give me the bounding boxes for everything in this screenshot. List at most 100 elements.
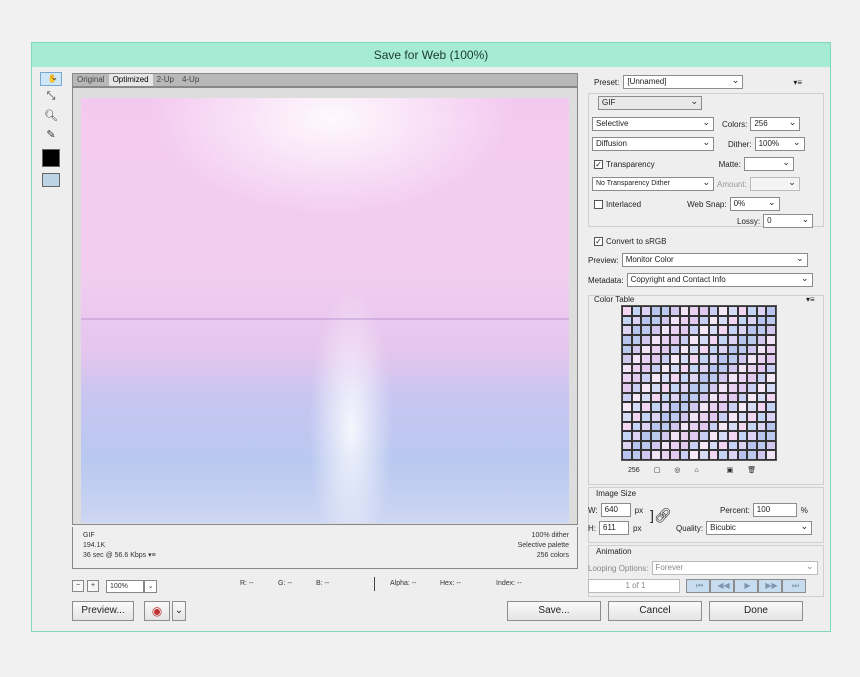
color-swatch[interactable] bbox=[727, 392, 738, 403]
color-swatch[interactable] bbox=[756, 402, 767, 412]
color-swatch[interactable] bbox=[699, 315, 709, 326]
color-swatch[interactable] bbox=[766, 411, 776, 422]
image-preview-area[interactable] bbox=[72, 87, 578, 525]
color-swatch[interactable] bbox=[708, 354, 719, 364]
color-swatch[interactable] bbox=[660, 363, 671, 374]
color-swatch[interactable] bbox=[679, 354, 690, 364]
color-swatch[interactable] bbox=[766, 334, 776, 345]
color-swatch[interactable] bbox=[708, 431, 719, 441]
color-swatch[interactable] bbox=[756, 421, 767, 432]
color-swatch[interactable] bbox=[737, 344, 748, 355]
color-swatch[interactable] bbox=[718, 383, 728, 393]
color-swatch[interactable] bbox=[622, 373, 632, 383]
color-swatch[interactable] bbox=[737, 334, 748, 345]
color-swatch[interactable] bbox=[622, 421, 632, 432]
color-swatch[interactable] bbox=[737, 315, 748, 326]
zoom-level-field[interactable]: 100% bbox=[106, 579, 144, 593]
format-select[interactable]: GIF bbox=[598, 95, 702, 110]
zoom-out-button[interactable]: − bbox=[72, 580, 84, 592]
hand-tool-icon[interactable]: ✋ bbox=[40, 71, 62, 86]
color-swatch[interactable] bbox=[660, 392, 671, 403]
color-swatch[interactable] bbox=[747, 306, 757, 316]
color-swatch[interactable] bbox=[756, 392, 767, 403]
color-swatch[interactable] bbox=[670, 411, 680, 422]
color-swatch[interactable] bbox=[727, 306, 738, 316]
color-swatch[interactable] bbox=[718, 354, 728, 364]
width-field[interactable]: 640 bbox=[600, 503, 631, 517]
color-swatch[interactable] bbox=[766, 315, 776, 326]
color-swatch[interactable] bbox=[718, 421, 728, 432]
height-field[interactable]: 611 bbox=[599, 521, 629, 535]
color-swatch[interactable] bbox=[766, 440, 776, 451]
color-swatch[interactable] bbox=[718, 334, 728, 345]
color-swatch[interactable] bbox=[766, 325, 776, 335]
color-swatch[interactable] bbox=[660, 411, 671, 422]
color-swatch[interactable] bbox=[631, 306, 642, 316]
matte-select[interactable] bbox=[743, 156, 794, 171]
color-swatch[interactable] bbox=[641, 440, 651, 451]
color-swatch[interactable] bbox=[708, 450, 719, 460]
color-swatch[interactable] bbox=[679, 431, 690, 441]
color-swatch[interactable] bbox=[727, 450, 738, 460]
color-swatch[interactable] bbox=[699, 334, 709, 345]
color-swatch[interactable] bbox=[622, 383, 632, 393]
color-swatch[interactable] bbox=[708, 325, 719, 335]
color-swatch[interactable] bbox=[747, 450, 757, 460]
color-swatch[interactable] bbox=[641, 325, 651, 335]
color-swatch[interactable] bbox=[660, 325, 671, 335]
color-swatch[interactable] bbox=[689, 306, 699, 316]
color-swatch[interactable] bbox=[718, 306, 728, 316]
color-swatch[interactable] bbox=[756, 431, 767, 441]
zoom-tool-icon[interactable]: 🔍︎ bbox=[40, 106, 62, 124]
color-swatch[interactable] bbox=[679, 440, 690, 451]
color-swatch[interactable] bbox=[631, 334, 642, 345]
color-swatch[interactable] bbox=[670, 450, 680, 460]
color-swatch[interactable] bbox=[727, 383, 738, 393]
color-swatch[interactable] bbox=[689, 363, 699, 374]
color-swatch[interactable] bbox=[670, 363, 680, 374]
color-swatch[interactable] bbox=[689, 402, 699, 412]
color-swatch[interactable] bbox=[727, 421, 738, 432]
color-swatch[interactable] bbox=[650, 431, 661, 441]
color-swatch[interactable] bbox=[708, 306, 719, 316]
color-swatch[interactable] bbox=[622, 306, 632, 316]
preview-button[interactable]: Preview... bbox=[72, 601, 134, 621]
color-swatch[interactable] bbox=[718, 315, 728, 326]
color-swatch[interactable] bbox=[650, 450, 661, 460]
color-swatch[interactable] bbox=[699, 344, 709, 355]
color-swatch[interactable] bbox=[670, 354, 680, 364]
color-swatch[interactable] bbox=[766, 373, 776, 383]
color-swatch[interactable] bbox=[679, 325, 690, 335]
color-swatch[interactable] bbox=[641, 383, 651, 393]
color-swatch[interactable] bbox=[747, 354, 757, 364]
color-swatch[interactable] bbox=[727, 402, 738, 412]
color-swatch[interactable] bbox=[727, 431, 738, 441]
constrain-proportions-link-icon[interactable]: ]🔗︎ bbox=[650, 507, 672, 524]
color-swatch[interactable] bbox=[727, 373, 738, 383]
color-swatch[interactable] bbox=[679, 450, 690, 460]
color-swatch[interactable] bbox=[650, 315, 661, 326]
color-swatch[interactable] bbox=[650, 421, 661, 432]
color-swatch[interactable] bbox=[679, 402, 690, 412]
color-swatch[interactable] bbox=[737, 440, 748, 451]
quality-select[interactable]: Bicubic bbox=[706, 520, 813, 535]
speed-menu-icon[interactable]: ▾≡ bbox=[148, 552, 156, 559]
lossy-field[interactable]: 0 bbox=[763, 213, 814, 228]
color-swatch[interactable] bbox=[747, 411, 757, 422]
color-swatch[interactable] bbox=[641, 421, 651, 432]
color-swatch[interactable] bbox=[718, 344, 728, 355]
color-swatch[interactable] bbox=[650, 325, 661, 335]
color-swatch[interactable] bbox=[766, 363, 776, 374]
color-swatch[interactable] bbox=[766, 450, 776, 460]
web-shift-icon[interactable]: ◎ bbox=[674, 466, 680, 474]
color-swatch[interactable] bbox=[689, 354, 699, 364]
previous-frame-icon[interactable]: ◀◀ bbox=[710, 579, 734, 593]
color-swatch[interactable] bbox=[708, 363, 719, 374]
color-table-menu-icon[interactable]: ▾≡ bbox=[806, 295, 815, 304]
color-swatch[interactable] bbox=[708, 383, 719, 393]
color-swatch[interactable] bbox=[622, 411, 632, 422]
tab-4-up[interactable]: 4-Up bbox=[178, 74, 203, 86]
color-swatch[interactable] bbox=[766, 354, 776, 364]
color-swatch[interactable] bbox=[631, 421, 642, 432]
color-swatch[interactable] bbox=[689, 421, 699, 432]
